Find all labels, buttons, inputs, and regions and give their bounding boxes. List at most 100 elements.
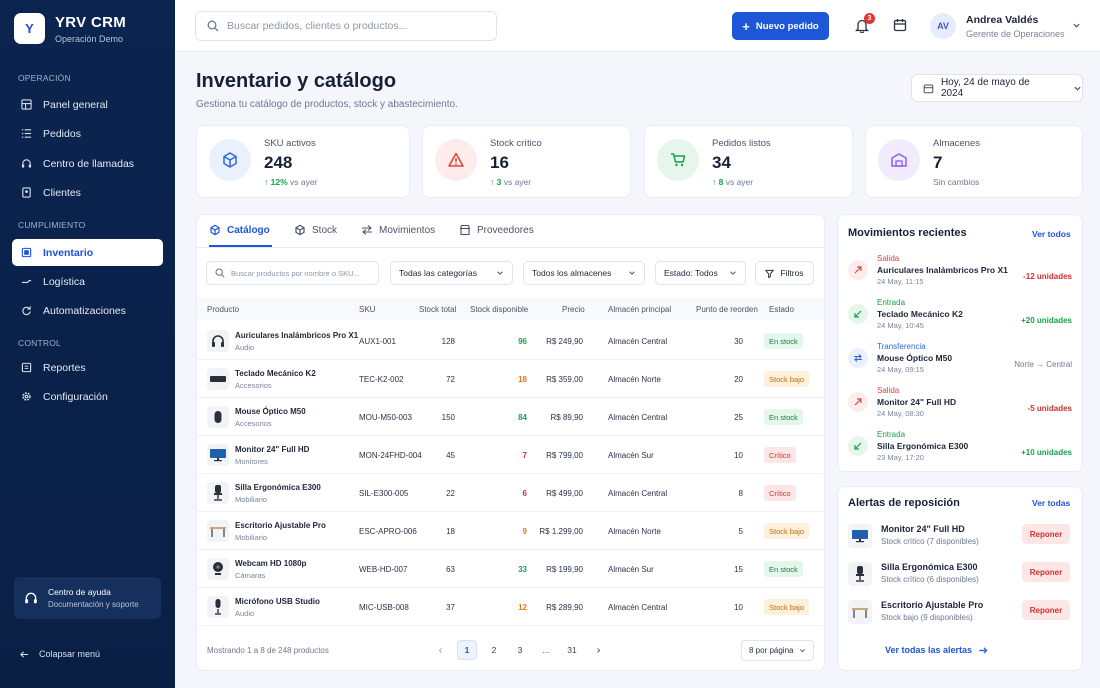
cube-icon	[209, 139, 251, 181]
table-row[interactable]: Webcam HD 1080p Cámaras WEB-HD-007 63 33…	[197, 550, 824, 588]
product-category: Audio	[235, 343, 255, 352]
stock-total: 45	[446, 451, 455, 460]
microphone-icon	[207, 596, 229, 618]
user-role: Gerente de Operaciones	[966, 29, 1065, 39]
all-alerts-label: Ver todas las alertas	[885, 645, 973, 655]
movement-quantity: -5 unidades	[1027, 404, 1072, 413]
date-selector[interactable]: Hoy, 24 de mayo de 2024	[911, 74, 1083, 102]
th-stock-disponible: Stock disponible	[470, 305, 529, 314]
collapse-menu-button[interactable]: Colapsar menú	[20, 649, 100, 659]
table-row[interactable]: Mouse Óptico M50 Accesorios MOU-M50-003 …	[197, 398, 824, 436]
tab-stock[interactable]: Stock	[294, 224, 337, 236]
movements-see-all-link[interactable]: Ver todos	[1032, 229, 1071, 239]
page-button-1[interactable]: 1	[457, 640, 477, 660]
table-row[interactable]: Monitor 24" Full HD Monitores MON-24FHD-…	[197, 436, 824, 474]
transfer-icon	[848, 348, 868, 368]
date-label: Hoy, 24 de mayo de 2024	[940, 77, 1030, 99]
product-name[interactable]: Mouse Óptico M50	[235, 407, 306, 416]
cube-icon	[295, 224, 305, 236]
product-name[interactable]: Teclado Mecánico K2	[235, 369, 316, 378]
sidebar-item-configuracion[interactable]: Configuración	[12, 383, 163, 410]
user-name[interactable]: Andrea Valdés	[966, 14, 1038, 26]
sidebar-item-inventario[interactable]: Inventario	[12, 239, 163, 266]
global-search-input[interactable]: Buscar pedidos, clientes o productos...	[195, 11, 497, 41]
movement-type: Salida	[877, 254, 900, 263]
status-select[interactable]: Estado: Todos	[655, 261, 746, 285]
table-row[interactable]: Auriculares Inalámbricos Pro X1 Audio AU…	[197, 322, 824, 360]
table-row[interactable]: Silla Ergonómica E300 Mobiliario SIL-E30…	[197, 474, 824, 512]
movement-type: Salida	[877, 386, 900, 395]
sidebar-item-logistica[interactable]: Logística	[12, 268, 163, 295]
th-reorden: Punto de reorden	[696, 305, 758, 314]
all-alerts-link[interactable]: Ver todas las alertas	[885, 645, 988, 655]
product-name[interactable]: Auriculares Inalámbricos Pro X1	[235, 331, 358, 340]
table-row[interactable]: Teclado Mecánico K2 Accesorios TEC-K2-00…	[197, 360, 824, 398]
truck-icon	[21, 280, 32, 283]
table-row[interactable]: Escritorio Ajustable Pro Mobiliario ESC-…	[197, 512, 824, 550]
stock-available: 12	[518, 603, 527, 612]
new-order-button[interactable]: + Nuevo pedido	[732, 12, 829, 40]
alert-product: Escritorio Ajustable Pro	[881, 600, 984, 610]
dashboard-icon	[21, 99, 32, 110]
product-name[interactable]: Monitor 24" Full HD	[235, 445, 309, 454]
stock-available: 84	[518, 413, 527, 422]
mouse-icon	[207, 406, 229, 428]
page-next-button[interactable]	[588, 640, 608, 660]
calendar-icon[interactable]	[893, 18, 907, 32]
page-button-3[interactable]: 3	[510, 640, 530, 660]
movement-date: 24 May, 10:45	[877, 321, 924, 330]
tab-movimientos[interactable]: Movimientos	[361, 224, 435, 236]
sidebar-item-automatizaciones[interactable]: Automatizaciones	[12, 297, 163, 324]
brand[interactable]: Y YRV CRM Operación Demo	[14, 13, 126, 44]
tab-catalogo[interactable]: Catálogo	[209, 224, 270, 236]
category-select[interactable]: Todas las categorías	[390, 261, 513, 285]
reorder-point: 10	[734, 451, 743, 460]
tab-label: Stock	[312, 224, 338, 236]
page-prev-button[interactable]	[430, 640, 450, 660]
page-button-31[interactable]: 31	[562, 640, 582, 660]
notification-badge: 3	[864, 13, 875, 24]
warehouse-select[interactable]: Todos los almacenes	[523, 261, 645, 285]
sidebar-item-label: Panel general	[43, 98, 108, 111]
alerts-see-all-link[interactable]: Ver todas	[1032, 498, 1070, 508]
help-center-card[interactable]: Centro de ayuda Documentación y soporte	[14, 577, 161, 619]
sidebar-item-centro-llamadas[interactable]: Centro de llamadas	[12, 150, 163, 177]
restock-button[interactable]: Reponer	[1022, 524, 1070, 544]
restock-button[interactable]: Reponer	[1022, 600, 1070, 620]
alert-status: Stock bajo (9 disponibles)	[881, 613, 973, 622]
alert-status: Stock crítico (6 disponibles)	[881, 575, 979, 584]
tab-proveedores[interactable]: Proveedores	[459, 224, 534, 236]
warehouse-value: Todos los almacenes	[532, 268, 612, 278]
page-button-2[interactable]: 2	[484, 640, 504, 660]
sidebar-item-label: Clientes	[43, 186, 81, 199]
kpi-label: SKU activos	[264, 138, 316, 149]
sidebar-item-panel-general[interactable]: Panel general	[12, 91, 163, 118]
product-category: Cámaras	[235, 571, 266, 580]
table-row[interactable]: Micrófono USB Studio Audio MIC-USB-008 3…	[197, 588, 824, 626]
status-badge: Stock bajo	[764, 523, 810, 539]
product-name[interactable]: Silla Ergonómica E300	[235, 483, 321, 492]
kpi-value: 16	[490, 153, 509, 172]
chevron-down-icon	[730, 271, 736, 275]
filters-button[interactable]: Filtros	[755, 261, 814, 285]
sidebar-item-pedidos[interactable]: Pedidos	[12, 120, 163, 147]
restock-button[interactable]: Reponer	[1022, 562, 1070, 582]
webcam-icon	[207, 558, 229, 580]
contact-icon	[22, 187, 31, 198]
stock-total: 63	[446, 565, 455, 574]
main-warehouse: Almacén Central	[608, 489, 668, 498]
movement-product: Monitor 24" Full HD	[877, 397, 957, 407]
monitor-icon	[848, 524, 872, 548]
product-name[interactable]: Micrófono USB Studio	[235, 597, 320, 606]
product-search-placeholder: Buscar productos por nombre o SKU...	[231, 268, 360, 278]
product-search-input[interactable]: Buscar productos por nombre o SKU...	[206, 261, 379, 285]
user-avatar[interactable]: AV	[930, 13, 956, 39]
per-page-select[interactable]: 8 por página	[741, 640, 814, 661]
chevron-down-icon[interactable]	[1072, 21, 1081, 30]
product-name[interactable]: Escritorio Ajustable Pro	[235, 521, 326, 530]
status-badge: Crítico	[764, 485, 796, 501]
sidebar-item-clientes[interactable]: Clientes	[12, 179, 163, 206]
chevron-down-icon	[800, 649, 805, 653]
product-name[interactable]: Webcam HD 1080p	[235, 559, 306, 568]
sidebar-item-reportes[interactable]: Reportes	[12, 354, 163, 381]
